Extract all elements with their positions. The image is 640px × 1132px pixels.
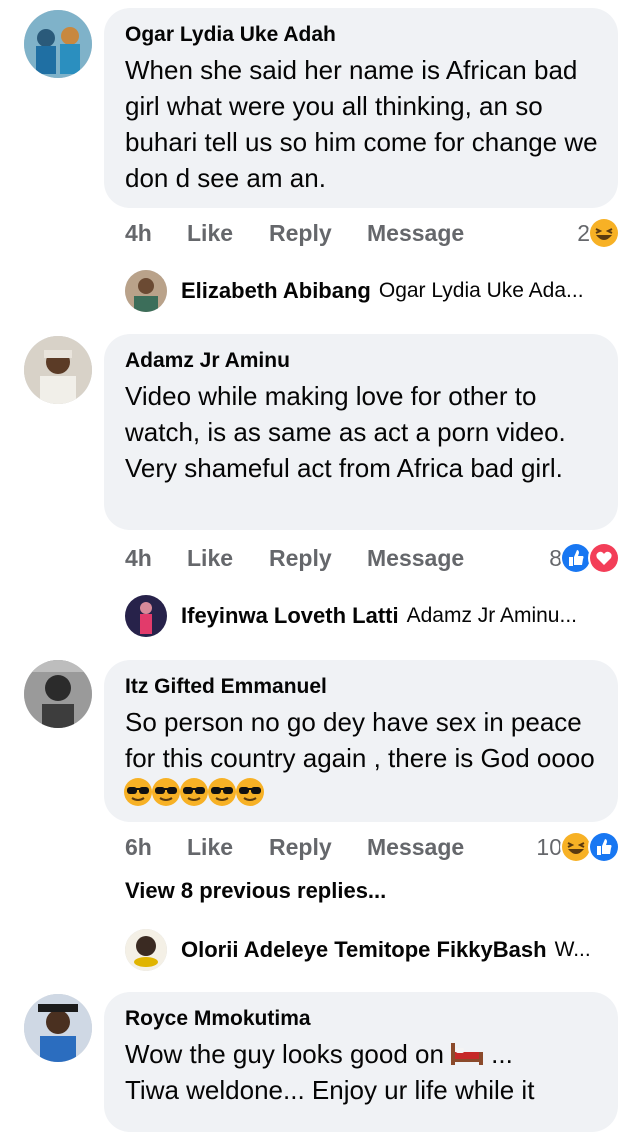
message-button[interactable]: Message bbox=[367, 545, 464, 572]
comment-text-ellipsis: ... bbox=[483, 1039, 513, 1069]
comment-actions: 4h Like Reply Message 2 bbox=[125, 216, 620, 250]
reaction-count: 10 bbox=[536, 833, 562, 860]
bed-emoji bbox=[450, 1040, 484, 1066]
sunglasses-emoji bbox=[123, 777, 153, 807]
comment-bubble: Royce Mmokutima Wow the guy looks good o… bbox=[104, 992, 618, 1132]
comment-author[interactable]: Ogar Lydia Uke Adah bbox=[125, 22, 598, 48]
comment-bubble: Ogar Lydia Uke Adah When she said her na… bbox=[104, 8, 618, 208]
love-reaction-icon bbox=[588, 542, 620, 574]
avatar[interactable] bbox=[24, 994, 92, 1062]
reaction-summary[interactable]: 2 bbox=[577, 216, 620, 250]
comment-text: Wow the guy looks good on ... Tiwa weldon… bbox=[125, 1036, 598, 1108]
reply-text: Ogar Lydia Uke Ada... bbox=[378, 279, 584, 302]
comment-bubble: Adamz Jr Aminu Video while making love f… bbox=[104, 334, 618, 530]
reaction-summary[interactable]: 8 bbox=[549, 541, 620, 575]
comment-text-line: Tiwa weldone... Enjoy ur life while it bbox=[125, 1075, 535, 1105]
avatar[interactable] bbox=[125, 270, 167, 312]
comment-text-body: So person no go dey have sex in peace fo… bbox=[125, 707, 595, 773]
reply-author[interactable]: Olorii Adeleye Temitope FikkyBash bbox=[181, 937, 547, 963]
reply-preview[interactable]: Ifeyinwa Loveth Latti Adamz Jr Aminu... bbox=[125, 595, 620, 637]
message-button[interactable]: Message bbox=[367, 220, 464, 247]
reply-button[interactable]: Reply bbox=[269, 220, 332, 247]
comment-text: Video while making love for other to wat… bbox=[125, 381, 566, 483]
sunglasses-emoji bbox=[179, 777, 209, 807]
view-previous-replies-link[interactable]: View 8 previous replies... bbox=[125, 878, 386, 904]
comment-text: When she said her name is African bad gi… bbox=[125, 55, 598, 193]
sunglasses-emoji bbox=[151, 777, 181, 807]
avatar[interactable] bbox=[24, 660, 92, 728]
haha-reaction-icon bbox=[588, 217, 620, 249]
reply-preview[interactable]: Elizabeth Abibang Ogar Lydia Uke Ada... bbox=[125, 270, 620, 312]
reply-button[interactable]: Reply bbox=[269, 834, 332, 861]
comment-text-line: Wow the guy looks good on bbox=[125, 1039, 444, 1069]
comment-actions: 4h Like Reply Message 8 bbox=[125, 541, 620, 575]
like-button[interactable]: Like bbox=[187, 545, 233, 572]
sunglasses-emoji bbox=[235, 777, 265, 807]
message-button[interactable]: Message bbox=[367, 834, 464, 861]
reply-author[interactable]: Elizabeth Abibang bbox=[181, 278, 371, 304]
sunglasses-emoji bbox=[207, 777, 237, 807]
comment-time[interactable]: 4h bbox=[125, 545, 152, 572]
reply-button[interactable]: Reply bbox=[269, 545, 332, 572]
avatar[interactable] bbox=[125, 929, 167, 971]
reply-text: W... bbox=[554, 938, 591, 961]
like-button[interactable]: Like bbox=[187, 220, 233, 247]
like-reaction-icon bbox=[588, 831, 620, 863]
comment-bubble: Itz Gifted Emmanuel So person no go dey … bbox=[104, 660, 618, 822]
comment-author[interactable]: Royce Mmokutima bbox=[125, 1006, 598, 1032]
reaction-summary[interactable]: 10 bbox=[536, 830, 620, 864]
avatar[interactable] bbox=[24, 10, 92, 78]
comment-author[interactable]: Adamz Jr Aminu bbox=[125, 348, 598, 374]
reply-author[interactable]: Ifeyinwa Loveth Latti bbox=[181, 603, 399, 629]
like-button[interactable]: Like bbox=[187, 834, 233, 861]
comment-time[interactable]: 4h bbox=[125, 220, 152, 247]
comment-author[interactable]: Itz Gifted Emmanuel bbox=[125, 674, 598, 700]
avatar[interactable] bbox=[125, 595, 167, 637]
comment-actions: 6h Like Reply Message 10 bbox=[125, 830, 620, 864]
reply-text: Adamz Jr Aminu... bbox=[406, 604, 577, 627]
comment-text: So person no go dey have sex in peace fo… bbox=[123, 704, 598, 812]
reply-preview[interactable]: Olorii Adeleye Temitope FikkyBash W... bbox=[125, 929, 620, 971]
avatar[interactable] bbox=[24, 336, 92, 404]
comment-time[interactable]: 6h bbox=[125, 834, 152, 861]
